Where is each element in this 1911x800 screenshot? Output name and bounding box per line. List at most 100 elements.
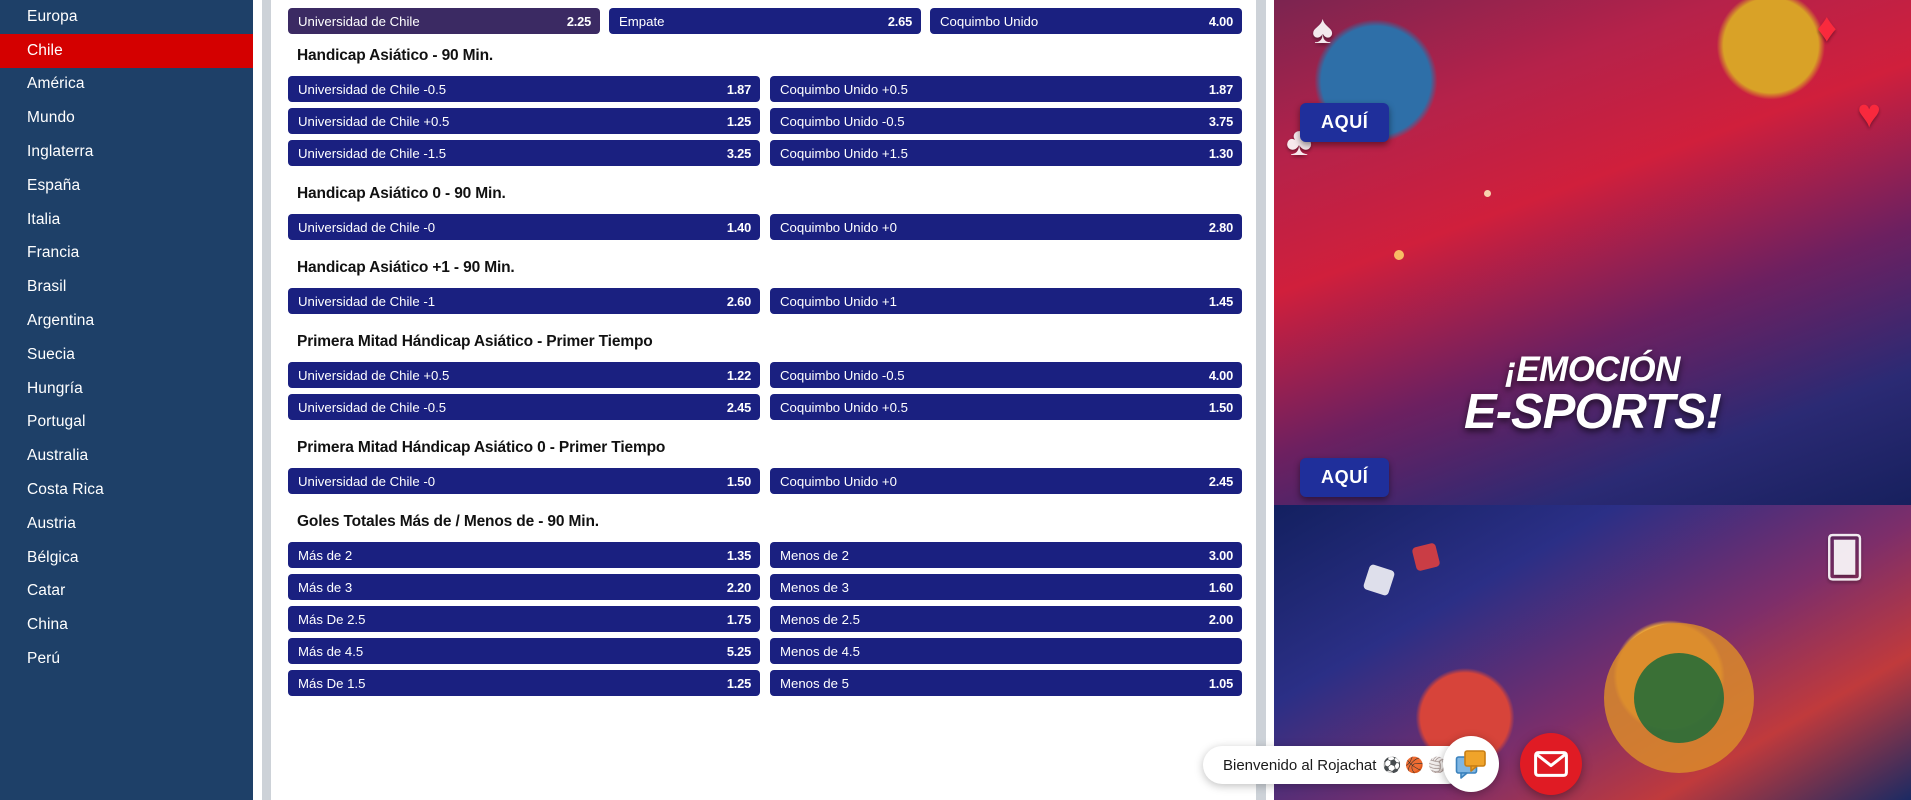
chat-welcome-text: Bienvenido al Rojachat [1223,756,1377,774]
bet-option-left[interactable]: Universidad de Chile -0.5 2.45 [288,394,760,420]
sidebar-item-catar[interactable]: Catar [0,575,253,609]
bet-option-left[interactable]: Universidad de Chile -1.5 3.25 [288,140,760,166]
sidebar-item-australia[interactable]: Australia [0,439,253,473]
sidebar-item-francia[interactable]: Francia [0,237,253,271]
sidebar-item-label: Portugal [27,413,86,431]
bet-option-home-win[interactable]: Universidad de Chile 2.25 [288,8,600,34]
bet-option-draw[interactable]: Empate 2.65 [609,8,921,34]
bet-option-left[interactable]: Más de 3 2.20 [288,574,760,600]
bet-option-left[interactable]: Universidad de Chile -1 2.60 [288,288,760,314]
sidebar-item-label: Francia [27,244,80,262]
chat-icon [1455,750,1486,779]
bet-label: Coquimbo Unido +0.5 [780,81,908,97]
bet-option-right[interactable]: Coquimbo Unido +0 2.80 [770,214,1242,240]
bet-odd: 1.35 [726,547,751,563]
bet-odd: 3.25 [726,145,751,161]
bet-odd: 1.25 [726,113,751,129]
open-mail-button[interactable] [1520,733,1582,795]
bet-option-right[interactable]: Coquimbo Unido -0.5 3.75 [770,108,1242,134]
bet-row: Más de 4.5 5.25 Menos de 4.5 [284,638,1250,670]
bet-label: Más De 2.5 [298,611,366,627]
bet-odd: 2.25 [566,13,591,29]
bet-option-left[interactable]: Más De 2.5 1.75 [288,606,760,632]
sidebar-item-portugal[interactable]: Portugal [0,406,253,440]
sidebar-item-argentina[interactable]: Argentina [0,304,253,338]
sidebar-item-label: Europa [27,7,78,25]
bet-option-left[interactable]: Más de 2 1.35 [288,542,760,568]
bet-option-right[interactable]: Coquimbo Unido +1 1.45 [770,288,1242,314]
bet-option-right[interactable]: Menos de 4.5 [770,638,1242,664]
promo-cta-button-top[interactable]: AQUÍ [1300,103,1390,142]
country-sidebar: Europa Chile América Mundo Inglaterra España I… [0,0,253,800]
bet-option-right[interactable]: Menos de 2 3.00 [770,542,1242,568]
sidebar-item-italia[interactable]: Italia [0,203,253,237]
page-scrollbar[interactable] [1256,0,1266,800]
bet-odd: 2.45 [1208,473,1233,489]
sidebar-item-label: Chile [27,41,63,59]
bet-odd: 1.87 [726,81,751,97]
market-title: Primera Mitad Hándicap Asiático 0 - Prim… [297,439,666,456]
bet-option-right[interactable]: Menos de 3 1.60 [770,574,1242,600]
chat-welcome-bubble[interactable]: Bienvenido al Rojachat ⚽ 🏀 🏐 [1203,746,1467,784]
mail-icon [1534,751,1568,777]
sidebar-item-inglaterra[interactable]: Inglaterra [0,135,253,169]
sidebar-item-hungría[interactable]: Hungría [0,372,253,406]
bet-label: Coquimbo Unido +0 [780,219,897,235]
bet-option-left[interactable]: Más De 1.5 1.25 [288,670,760,696]
bet-row: Universidad de Chile +0.5 1.25 Coquimbo Un… [284,108,1250,140]
bet-option-left[interactable]: Universidad de Chile -0 1.50 [288,468,760,494]
bet-option-right[interactable]: Coquimbo Unido +1.5 1.30 [770,140,1242,166]
sidebar-item-label: Hungría [27,379,83,397]
bet-row: Universidad de Chile -1 2.60 Coquimbo Unid… [284,288,1250,320]
bet-option-right[interactable]: Menos de 5 1.05 [770,670,1242,696]
sidebar-item-china[interactable]: China [0,608,253,642]
bet-label: Coquimbo Unido -0.5 [780,367,905,383]
bet-option-right[interactable]: Coquimbo Unido +0.5 1.87 [770,76,1242,102]
bet-option-right[interactable]: Coquimbo Unido -0.5 4.00 [770,362,1242,388]
sidebar-item-costa-rica[interactable]: Costa Rica [0,473,253,507]
market-title: Primera Mitad Hándicap Asiático - Primer… [297,333,653,350]
sidebar-item-bélgica[interactable]: Bélgica [0,541,253,575]
bet-option-left[interactable]: Universidad de Chile -0 1.40 [288,214,760,240]
bet-option-left[interactable]: Más de 4.5 5.25 [288,638,760,664]
bet-odd: 1.50 [1208,399,1233,415]
bet-odd: 4.00 [1208,13,1233,29]
market-title: Goles Totales Más de / Menos de - 90 Min… [297,513,599,530]
sidebar-item-europa[interactable]: Europa [0,0,253,34]
bet-row: Universidad de Chile -0.5 2.45 Coquimbo Un… [284,394,1250,426]
bet-row: Universidad de Chile -1.5 3.25 Coquimbo Un… [284,140,1250,172]
diamond-icon: ♦ [1816,6,1837,50]
open-chat-button[interactable] [1443,736,1499,792]
chat-emoji-group: ⚽ 🏀 🏐 [1382,757,1447,774]
bet-label: Universidad de Chile -1.5 [298,145,447,161]
sidebar-item-américa[interactable]: América [0,68,253,102]
sidebar-item-mundo[interactable]: Mundo [0,101,253,135]
bet-odd: 2.60 [726,293,751,309]
bet-odd: 1.25 [726,675,751,691]
sidebar-item-austria[interactable]: Austria [0,507,253,541]
heart-suit-icon: ♥ [1857,92,1881,136]
bet-label: Más de 2 [298,547,353,563]
sidebar-item-label: Austria [27,514,76,532]
promo-banner-casino[interactable]: ♠ ♣ ♥ ♦ AQUÍ ¡EMOCIÓN E-SPORTS! AQUÍ [1274,0,1911,505]
sidebar-item-chile[interactable]: Chile [0,33,253,68]
content-scrollbar[interactable] [262,0,271,800]
sidebar-item-label: Inglaterra [27,143,94,161]
bet-odd: 1.30 [1208,145,1233,161]
sidebar-item-brasil[interactable]: Brasil [0,270,253,304]
sidebar-item-españa[interactable]: España [0,169,253,203]
bet-row: Universidad de Chile -0 1.50 Coquimbo Unid… [284,468,1250,500]
bet-option-right[interactable]: Menos de 2.5 2.00 [770,606,1242,632]
promo-cta-button-bottom[interactable]: AQUÍ [1300,458,1390,497]
bet-option-left[interactable]: Universidad de Chile +0.5 1.25 [288,108,760,134]
promo-headline: ¡EMOCIÓN E-SPORTS! [1293,352,1892,438]
bet-option-left[interactable]: Universidad de Chile +0.5 1.22 [288,362,760,388]
bet-odd: 1.50 [726,473,751,489]
bet-option-right[interactable]: Coquimbo Unido +0 2.45 [770,468,1242,494]
sidebar-item-suecia[interactable]: Suecia [0,338,253,372]
bet-option-right[interactable]: Coquimbo Unido +0.5 1.50 [770,394,1242,420]
moneyline-row: Universidad de Chile 2.25 Empate 2.65 Co… [284,0,1250,34]
bet-option-left[interactable]: Universidad de Chile -0.5 1.87 [288,76,760,102]
bet-option-away-win[interactable]: Coquimbo Unido 4.00 [930,8,1242,34]
sidebar-item-perú[interactable]: Perú [0,642,253,676]
